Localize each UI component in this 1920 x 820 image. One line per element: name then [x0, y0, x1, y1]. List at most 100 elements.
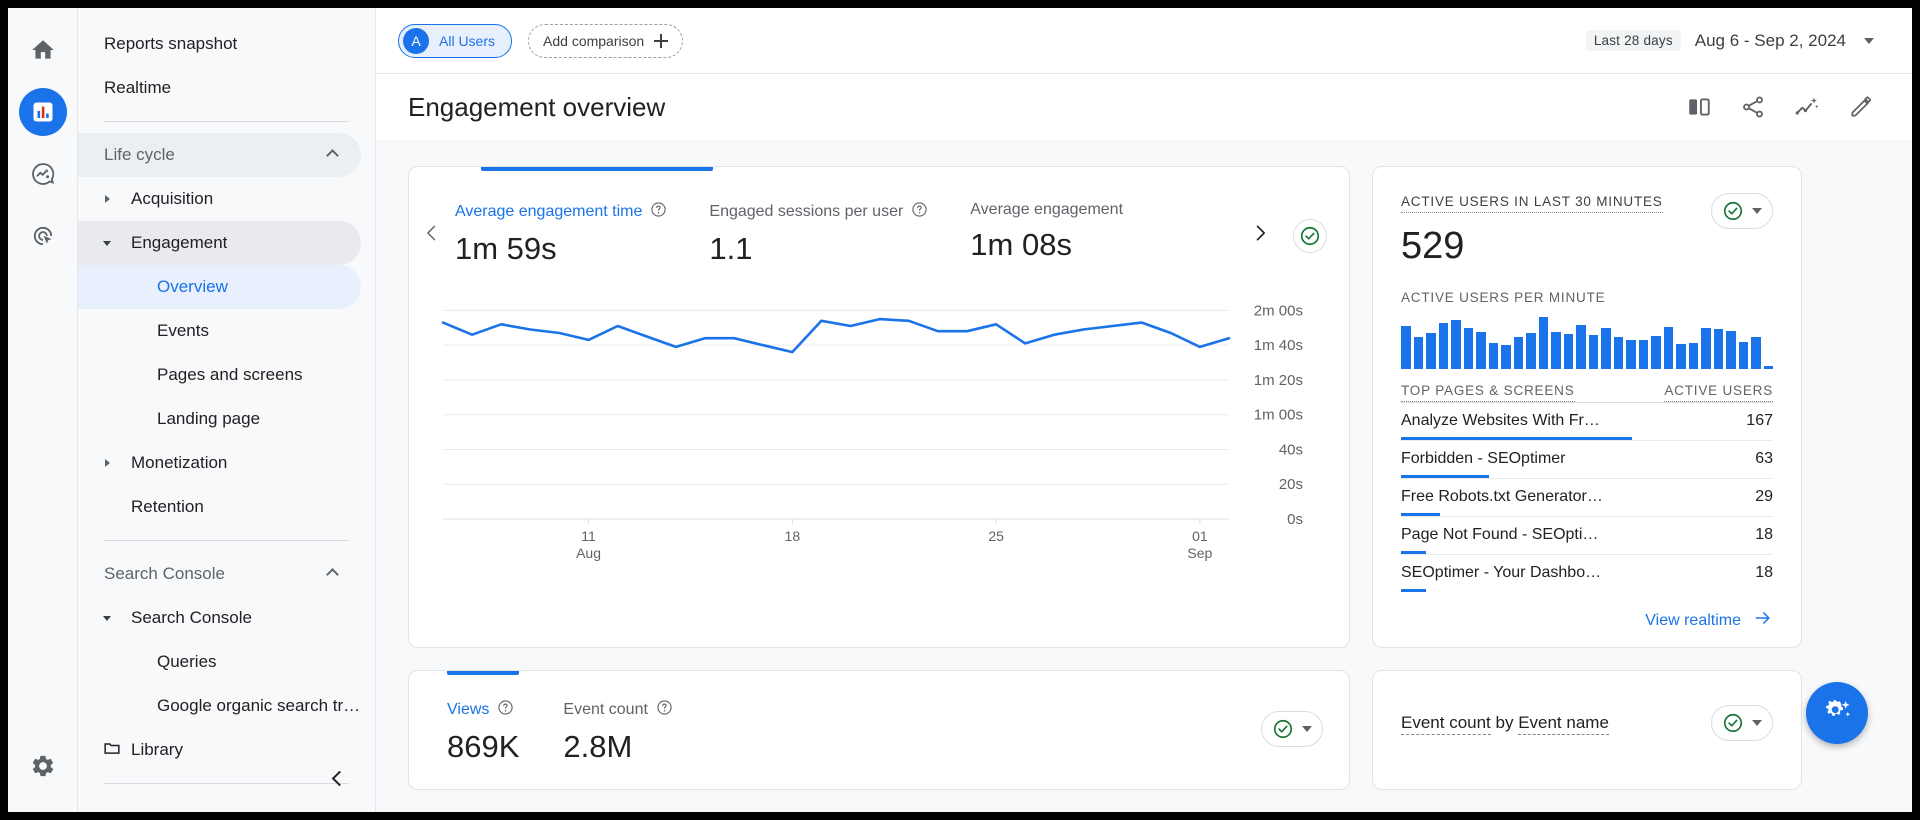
caret-down-icon — [103, 241, 111, 246]
sparkline-bar — [1576, 325, 1586, 369]
rail-item-home[interactable] — [19, 26, 67, 74]
event-status-dropdown[interactable] — [1711, 705, 1773, 741]
sidebar-item-queries[interactable]: Queries — [78, 640, 361, 684]
svg-text:1m 00s: 1m 00s — [1254, 407, 1303, 424]
sidebar-item-landing-page[interactable]: Landing page — [78, 397, 361, 441]
active-users-per-minute-label: ACTIVE USERS PER MINUTE — [1401, 290, 1773, 305]
chevron-up-icon — [326, 568, 339, 581]
check-circle-icon — [1272, 718, 1294, 740]
page-title-cell: Analyze Websites With Fr… — [1401, 412, 1600, 430]
views-status-dropdown[interactable] — [1261, 711, 1323, 747]
sidebar-group-label: Search Console — [104, 564, 225, 584]
metric-value: 2.8M — [563, 729, 673, 765]
main-content: A All Users Add comparison Last 28 days … — [376, 8, 1912, 812]
engagement-line-chart[interactable]: 2m 00s1m 40s1m 20s1m 00s40s20s0s11Aug182… — [409, 283, 1349, 603]
metric-value: 1m 08s — [970, 227, 1123, 263]
rail-item-explore[interactable] — [19, 150, 67, 198]
date-range-selector[interactable]: Last 28 days Aug 6 - Sep 2, 2024 — [1586, 30, 1874, 51]
metric-engaged-sessions-per-user[interactable]: Engaged sessions per user 1.1 — [709, 201, 970, 267]
help-icon[interactable] — [497, 699, 514, 721]
sidebar-item-pages-and-screens[interactable]: Pages and screens — [78, 353, 361, 397]
caret-down-icon — [103, 616, 111, 621]
metric-label: Views — [447, 701, 489, 719]
rail-item-advertising[interactable] — [19, 212, 67, 260]
edit-pencil-icon[interactable] — [1848, 94, 1874, 120]
all-users-label: All Users — [439, 33, 495, 49]
sidebar-item-google-organic-search-traffic[interactable]: Google organic search traf… — [78, 684, 361, 728]
next-metric-button[interactable] — [1237, 201, 1283, 243]
metric-label-row: Engaged sessions per user — [709, 201, 928, 223]
metric-average-engagement-time[interactable]: Average engagement time 1m 59s — [455, 201, 709, 267]
metric-average-engagement[interactable]: Average engagement 1m 08s — [970, 201, 1165, 263]
table-row[interactable]: Analyze Websites With Fr…167 — [1401, 402, 1773, 440]
insights-icon[interactable] — [1794, 94, 1820, 120]
app-window: Reports snapshot Realtime Life cycle Acq… — [8, 8, 1912, 812]
page-title-cell: Free Robots.txt Generator… — [1401, 488, 1603, 506]
share-icon[interactable] — [1740, 94, 1766, 120]
help-icon[interactable] — [911, 201, 928, 223]
realtime-table-rows: Analyze Websites With Fr…167 Forbidden - … — [1401, 402, 1773, 592]
chevron-down-icon — [1752, 208, 1762, 214]
data-ok-badge[interactable] — [1293, 219, 1327, 253]
svg-text:20s: 20s — [1279, 476, 1303, 493]
page-header-actions — [1686, 94, 1874, 120]
sidebar-group-life-cycle[interactable]: Life cycle — [78, 133, 361, 177]
caret-right-icon — [105, 459, 110, 467]
ai-insights-fab[interactable] — [1806, 682, 1868, 744]
sidebar-item-search-console[interactable]: Search Console — [78, 596, 361, 640]
event-card-title-metric[interactable]: Event count — [1401, 713, 1491, 735]
sparkline-bar — [1526, 333, 1536, 369]
sparkline-bar — [1664, 327, 1674, 369]
sidebar-item-label: Reports snapshot — [104, 34, 237, 54]
help-icon[interactable] — [650, 201, 667, 223]
sidebar-item-library[interactable]: Library — [78, 728, 361, 772]
sidebar-divider — [104, 121, 349, 122]
sidebar-item-acquisition[interactable]: Acquisition — [78, 177, 361, 221]
event-card-title-mid: by — [1491, 713, 1518, 732]
sparkline-bar — [1426, 333, 1436, 369]
table-row[interactable]: SEOptimer - Your Dashbo…18 — [1401, 554, 1773, 592]
help-icon[interactable] — [656, 699, 673, 721]
table-row[interactable]: Forbidden - SEOptimer63 — [1401, 440, 1773, 478]
sidebar-item-retention[interactable]: Retention — [78, 485, 361, 529]
add-comparison-button[interactable]: Add comparison — [528, 24, 683, 58]
sidebar-item-engagement[interactable]: Engagement — [78, 221, 361, 265]
table-row[interactable]: Page Not Found - SEOpti…18 — [1401, 516, 1773, 554]
realtime-status-dropdown[interactable] — [1711, 193, 1773, 229]
view-realtime-link[interactable]: View realtime — [1401, 608, 1773, 633]
svg-text:1m 40s: 1m 40s — [1254, 337, 1303, 354]
rail-item-reports[interactable] — [19, 88, 67, 136]
page-header: Engagement overview — [376, 74, 1912, 140]
collapse-sidebar-button[interactable] — [325, 766, 349, 790]
active-users-cell: 29 — [1755, 488, 1773, 506]
sidebar-item-events[interactable]: Events — [78, 309, 361, 353]
metric-value: 1.1 — [709, 231, 928, 267]
sparkline-bar — [1676, 344, 1686, 369]
sidebar-divider — [104, 540, 349, 541]
sparkline-bar — [1539, 317, 1549, 369]
sidebar-item-realtime[interactable]: Realtime — [78, 66, 361, 110]
sparkline-bar — [1589, 335, 1599, 369]
metric-views[interactable]: Views 869K — [447, 699, 563, 765]
active-users-cell: 18 — [1755, 526, 1773, 544]
event-card-title-dimension[interactable]: Event name — [1518, 713, 1609, 735]
sidebar-item-monetization[interactable]: Monetization — [78, 441, 361, 485]
chevron-up-icon — [326, 149, 339, 162]
sidebar-group-search-console[interactable]: Search Console — [78, 552, 361, 596]
sidebar-item-reports-snapshot[interactable]: Reports snapshot — [78, 22, 361, 66]
sparkline-bar — [1551, 332, 1561, 369]
table-row-content: Forbidden - SEOptimer63 — [1401, 450, 1773, 468]
table-row[interactable]: Free Robots.txt Generator… 29 — [1401, 478, 1773, 516]
all-users-chip[interactable]: A All Users — [398, 24, 512, 58]
metric-event-count[interactable]: Event count 2.8M — [563, 699, 717, 765]
compare-icon[interactable] — [1686, 94, 1712, 120]
sparkline-bar — [1514, 337, 1524, 369]
chevron-down-icon — [1752, 720, 1762, 726]
previous-metric-button[interactable] — [409, 201, 455, 243]
svg-text:Aug: Aug — [576, 545, 601, 561]
sparkline-bar — [1439, 323, 1449, 369]
sparkline-bar — [1751, 337, 1761, 369]
sidebar-item-overview[interactable]: Overview — [78, 265, 361, 309]
rail-item-settings[interactable] — [30, 753, 56, 784]
table-row-content: Analyze Websites With Fr…167 — [1401, 412, 1773, 430]
